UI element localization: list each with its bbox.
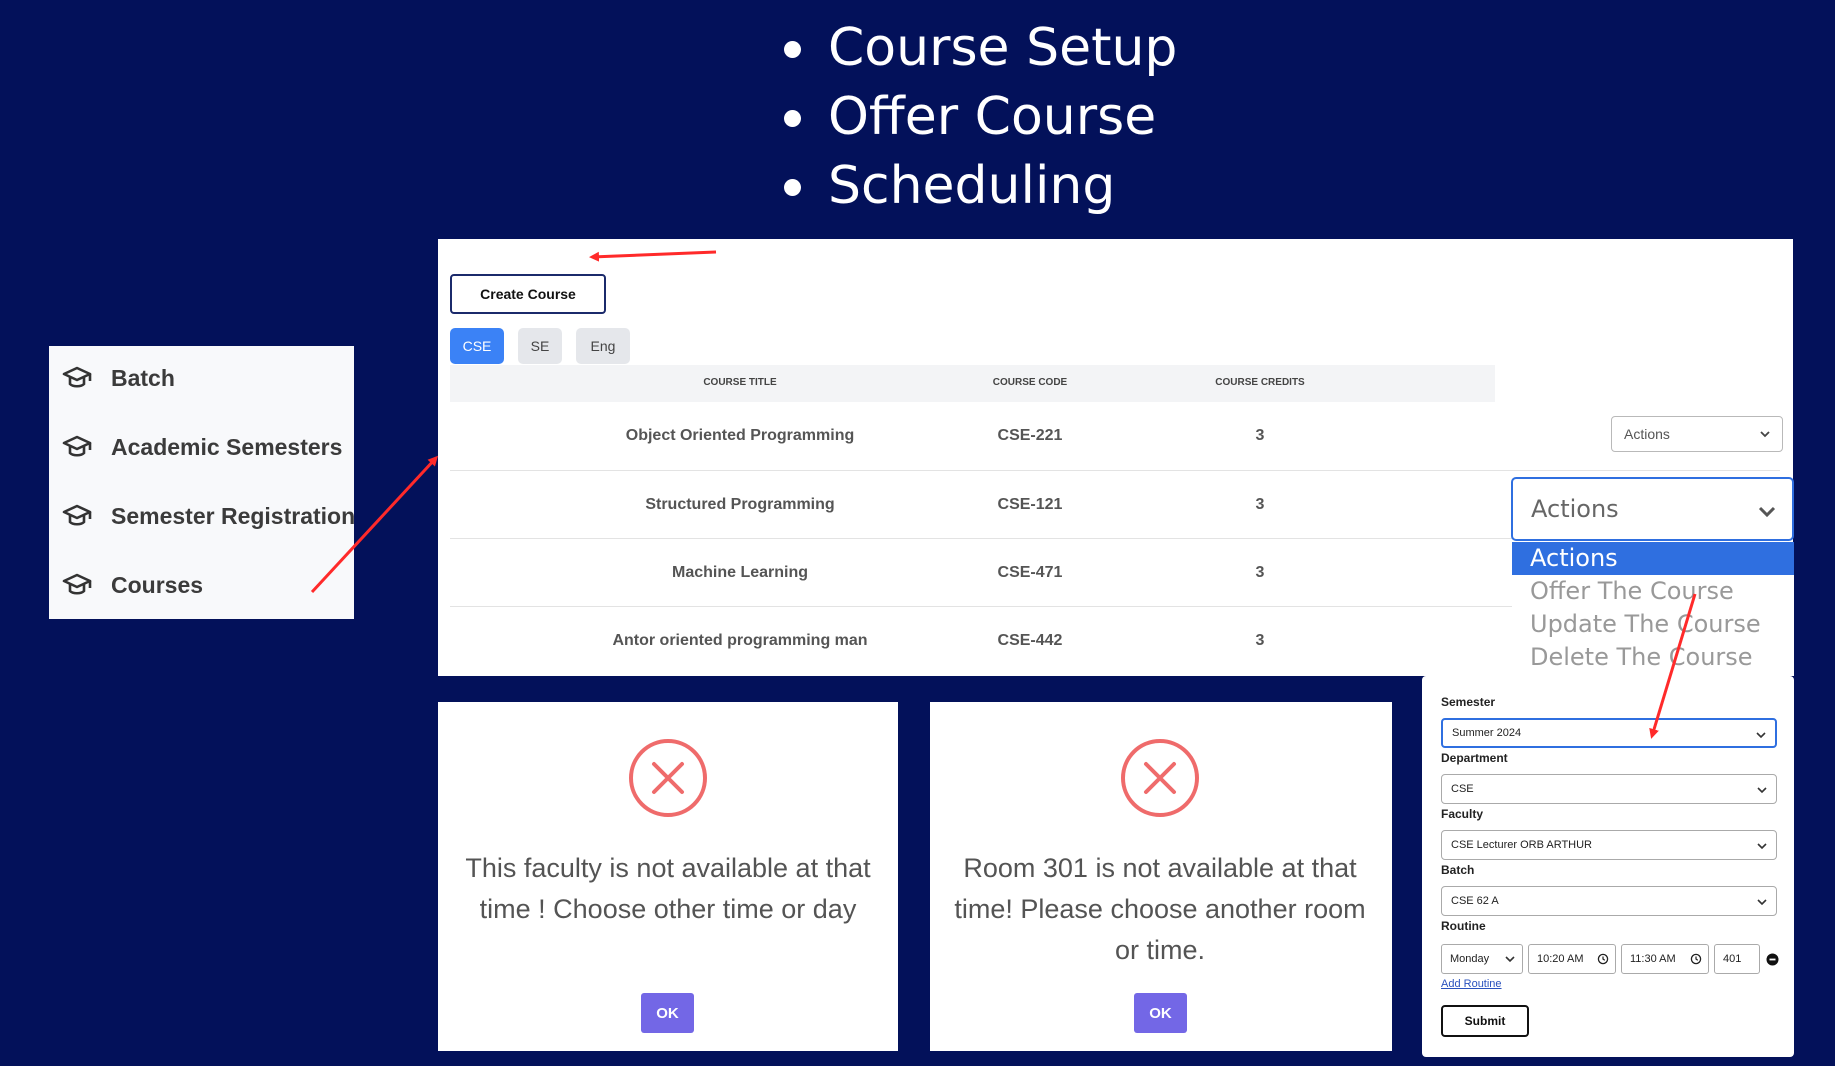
faculty-label: Faculty xyxy=(1441,807,1484,821)
bullet-scheduling: Scheduling xyxy=(780,152,1177,221)
sidebar-item-label: Academic Semesters xyxy=(111,433,343,460)
routine-room-value: 401 xyxy=(1723,953,1742,965)
faculty-select[interactable]: CSE Lecturer ORB ARTHUR xyxy=(1441,830,1777,860)
course-code: CSE-442 xyxy=(997,632,1063,649)
course-title: Structured Programming xyxy=(645,496,835,513)
chevron-down-icon xyxy=(1757,899,1767,906)
column-header-course-credits: COURSE CREDITS xyxy=(1215,377,1305,388)
bullet-dot xyxy=(784,179,801,196)
modal-message: Room 301 is not available at that time! … xyxy=(954,853,1366,965)
actions-dropdown-menu: Actions Offer The Course Update The Cour… xyxy=(1512,542,1794,676)
batch-label: Batch xyxy=(1441,863,1475,877)
ok-button[interactable]: OK xyxy=(641,993,694,1033)
course-credits: 3 xyxy=(1255,632,1265,649)
course-title: Object Oriented Programming xyxy=(625,427,855,444)
menu-item-offer-course[interactable]: Offer The Course xyxy=(1512,575,1794,608)
course-credits: 3 xyxy=(1255,496,1265,513)
bullet-dot xyxy=(784,41,801,58)
column-header-course-code: COURSE CODE xyxy=(992,377,1068,388)
routine-label: Routine xyxy=(1441,919,1486,933)
chevron-down-icon xyxy=(1505,956,1515,963)
graduation-cap-icon xyxy=(62,573,92,595)
semester-label: Semester xyxy=(1441,695,1496,709)
clock-icon xyxy=(1597,953,1609,965)
error-x-icon xyxy=(1121,739,1199,817)
graduation-cap-icon xyxy=(62,366,92,388)
department-label: Department xyxy=(1441,751,1508,765)
tab-eng[interactable]: Eng xyxy=(576,328,630,364)
tab-cse[interactable]: CSE xyxy=(450,328,504,364)
faculty-unavailable-modal: This faculty is not available at that ti… xyxy=(438,702,898,1051)
menu-item-actions[interactable]: Actions xyxy=(1512,542,1794,575)
department-select[interactable]: CSE xyxy=(1441,774,1777,804)
chevron-down-icon xyxy=(1757,787,1767,794)
menu-item-update-course[interactable]: Update The Course xyxy=(1512,608,1794,641)
routine-start-value: 10:20 AM xyxy=(1537,953,1584,965)
course-credits: 3 xyxy=(1255,427,1265,444)
column-header-course-title: COURSE TITLE xyxy=(703,377,777,388)
actions-select-value: Actions xyxy=(1624,426,1670,442)
course-title: Machine Learning xyxy=(671,564,809,581)
batch-value: CSE 62 A xyxy=(1451,895,1499,907)
offer-course-form: Semester Summer 2024 Department CSE Facu… xyxy=(1422,676,1794,1057)
sidebar-item-batch[interactable]: Batch xyxy=(61,358,175,398)
routine-day-value: Monday xyxy=(1450,953,1490,965)
actions-dropdown-value: Actions xyxy=(1531,495,1619,523)
routine-day-select[interactable]: Monday xyxy=(1441,944,1523,974)
graduation-cap-icon xyxy=(62,435,92,457)
course-code: CSE-471 xyxy=(997,564,1063,581)
semester-select[interactable]: Summer 2024 xyxy=(1441,718,1777,748)
headline-bullet-list: Course Setup Offer Course Scheduling xyxy=(780,14,1177,221)
sidebar-item-courses[interactable]: Courses xyxy=(61,565,203,605)
routine-start-time-input[interactable]: 10:20 AM xyxy=(1528,944,1616,974)
actions-dropdown-open[interactable]: Actions xyxy=(1511,477,1794,541)
sidebar-item-label: Semester Registration xyxy=(111,502,356,529)
bullet-offer-course: Offer Course xyxy=(780,83,1177,152)
faculty-value: CSE Lecturer ORB ARTHUR xyxy=(1451,839,1593,851)
routine-room-input[interactable]: 401 xyxy=(1714,944,1760,974)
course-credits: 3 xyxy=(1255,564,1265,581)
create-course-button[interactable]: Create Course xyxy=(450,274,606,314)
modal-message: This faculty is not available at that ti… xyxy=(465,853,871,924)
menu-item-delete-course[interactable]: Delete The Course xyxy=(1512,641,1794,674)
table-row: Object Oriented Programming CSE-221 3 xyxy=(450,402,1780,470)
tab-se[interactable]: SE xyxy=(518,328,562,364)
chevron-down-icon xyxy=(1758,506,1776,518)
bullet-dot xyxy=(784,110,801,127)
course-title: Antor oriented programming man xyxy=(612,632,868,649)
semester-value: Summer 2024 xyxy=(1452,727,1522,739)
submit-button[interactable]: Submit xyxy=(1441,1005,1529,1037)
bullet-course-setup: Course Setup xyxy=(780,14,1177,83)
graduation-cap-icon xyxy=(62,504,92,526)
routine-end-time-input[interactable]: 11:30 AM xyxy=(1621,944,1709,974)
room-unavailable-modal: Room 301 is not available at that time! … xyxy=(930,702,1392,1051)
sidebar: Batch Academic Semesters Semester Regist… xyxy=(49,346,355,619)
sidebar-item-label: Batch xyxy=(111,364,175,391)
chevron-down-icon xyxy=(1760,431,1770,438)
table-header: COURSE TITLE COURSE CODE COURSE CREDITS xyxy=(450,365,1495,402)
batch-select[interactable]: CSE 62 A xyxy=(1441,886,1777,916)
ok-button[interactable]: OK xyxy=(1134,993,1187,1033)
actions-select[interactable]: Actions xyxy=(1611,416,1783,452)
remove-routine-icon[interactable] xyxy=(1766,953,1779,966)
sidebar-item-semester-registration[interactable]: Semester Registration xyxy=(61,496,355,536)
sidebar-item-academic-semesters[interactable]: Academic Semesters xyxy=(61,427,342,467)
course-code: CSE-121 xyxy=(997,496,1063,513)
sidebar-item-label: Courses xyxy=(111,571,204,598)
department-value: CSE xyxy=(1451,783,1474,795)
chevron-down-icon xyxy=(1756,732,1766,739)
routine-end-value: 11:30 AM xyxy=(1630,953,1676,965)
error-x-icon xyxy=(629,739,707,817)
add-routine-link[interactable]: Add Routine xyxy=(1441,978,1502,990)
clock-icon xyxy=(1690,953,1702,965)
course-code: CSE-221 xyxy=(997,427,1063,444)
chevron-down-icon xyxy=(1757,843,1767,850)
